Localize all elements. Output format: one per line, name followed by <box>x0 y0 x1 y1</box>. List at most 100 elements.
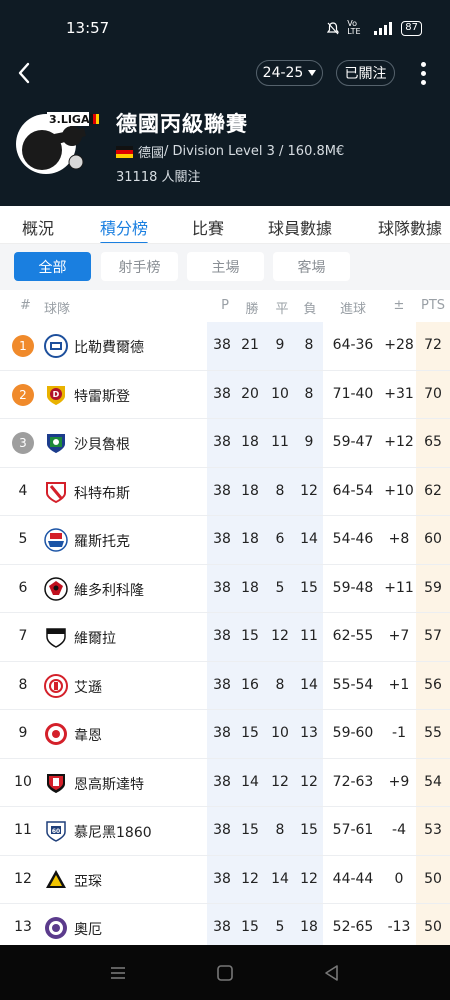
cell-draws: 12 <box>271 773 289 790</box>
cell-draws: 10 <box>271 725 289 741</box>
rank-number: 6 <box>18 579 28 596</box>
team-name: 科特布斯 <box>74 485 130 502</box>
cell-played: 38 <box>213 385 231 402</box>
league-country: 德國 <box>138 146 165 161</box>
cell-goals: 71-40 <box>332 385 374 402</box>
cell-goals: 44-44 <box>332 870 374 887</box>
tab-matches[interactable]: 比賽 <box>192 215 224 239</box>
team-name: 羅斯托克 <box>74 534 130 550</box>
cell-losses: 15 <box>300 579 318 596</box>
cell-goals: 72-63 <box>332 773 374 790</box>
table-row[interactable]: 2 D 特雷斯登 38 20 10 8 71-40 +31 70 <box>0 371 450 419</box>
cell-goals: 59-48 <box>332 579 374 596</box>
cell-played: 38 <box>213 773 231 790</box>
filter-home[interactable]: 主場 <box>187 252 264 281</box>
filter-away[interactable]: 客場 <box>273 252 350 281</box>
cell-points: 62 <box>424 482 442 499</box>
cell-draws: 8 <box>275 822 285 838</box>
cell-goal-diff: +12 <box>384 434 414 450</box>
more-button[interactable] <box>414 58 432 88</box>
svg-text:D: D <box>53 390 60 399</box>
cell-played: 38 <box>213 628 231 644</box>
nav-home-button[interactable] <box>213 961 237 985</box>
cell-goals: 59-60 <box>332 725 374 741</box>
table-row[interactable]: 8 艾遜 38 16 8 14 55-54 +1 56 <box>0 662 450 710</box>
nav-back-button[interactable] <box>320 961 344 985</box>
tab-standings[interactable]: 積分榜 <box>100 215 148 239</box>
cell-losses: 14 <box>300 531 318 547</box>
team-crest-icon <box>47 434 65 453</box>
team-name: 艾遜 <box>74 679 102 696</box>
table-header: # 球隊 P 勝 平 負 進球 ± PTS <box>0 290 450 322</box>
team-name: 韋恩 <box>74 728 102 744</box>
mute-icon <box>327 21 340 34</box>
team-crest-icon <box>46 869 66 888</box>
nav-menu-button[interactable] <box>106 961 130 985</box>
team-crest-icon <box>46 481 66 503</box>
rank-number: 9 <box>18 725 28 741</box>
cell-wins: 15 <box>241 628 259 644</box>
cell-played: 38 <box>213 531 231 547</box>
table-row[interactable]: 6 維多利科隆 38 18 5 15 59-48 +11 59 <box>0 565 450 613</box>
league-meta: 德國 / Division Level 3 / 160.8M€ <box>116 142 344 161</box>
cell-draws: 6 <box>275 531 285 547</box>
tab-player-stats[interactable]: 球員數據 <box>268 215 332 239</box>
signal-icon <box>374 21 393 35</box>
header-wins: 勝 <box>245 302 259 317</box>
back-button[interactable] <box>10 58 38 88</box>
cell-draws: 10 <box>271 385 289 402</box>
cell-wins: 21 <box>241 337 259 353</box>
cell-points: 50 <box>424 870 442 887</box>
more-dot <box>420 70 426 76</box>
header-losses: 負 <box>303 302 317 317</box>
team-crest-icon: 60 <box>46 821 66 842</box>
cell-played: 38 <box>213 434 231 450</box>
table-row[interactable]: 11 60 慕尼黑1860 38 15 8 15 57-61 -4 53 <box>0 807 450 856</box>
team-crest-icon <box>44 528 68 552</box>
cell-points: 54 <box>424 773 442 790</box>
season-selector[interactable]: 24-25 <box>256 60 323 86</box>
league-logo-text: 3.LIGA <box>49 113 90 126</box>
team-name: 奧厄 <box>74 922 102 938</box>
league-logo: 3.LIGA <box>16 112 99 174</box>
cell-played: 38 <box>213 725 231 741</box>
tab-overview[interactable]: 概況 <box>22 215 54 239</box>
cell-goal-diff: +1 <box>388 676 410 693</box>
cell-goal-diff: +31 <box>384 385 414 402</box>
cell-points: 53 <box>424 822 442 838</box>
follow-button[interactable]: 已關注 <box>336 60 395 86</box>
cell-draws: 11 <box>271 434 289 450</box>
top-bar: 24-25 已關注 <box>0 56 450 90</box>
table-row[interactable]: 1 比勒費爾德 38 21 9 8 64-36 +28 72 <box>0 322 450 371</box>
rank-number: 11 <box>14 822 32 838</box>
cell-goals: 52-65 <box>332 919 374 935</box>
cell-losses: 12 <box>300 482 318 499</box>
tab-team-stats[interactable]: 球隊數據 <box>378 215 442 239</box>
league-followers: 31118 人關注 <box>116 170 201 185</box>
rank-number: 13 <box>14 919 32 935</box>
table-row[interactable]: 7 維爾拉 38 15 12 11 62-55 +7 57 <box>0 613 450 662</box>
header-goal-diff: ± <box>393 298 405 313</box>
status-icons: Vo LTE 87 <box>327 20 422 36</box>
rank-number: 10 <box>14 773 32 790</box>
filter-all[interactable]: 全部 <box>14 252 91 281</box>
filter-top-scorers[interactable]: 射手榜 <box>101 252 178 281</box>
cell-points: 70 <box>424 385 442 402</box>
cell-goal-diff: +11 <box>384 579 414 596</box>
league-name: 德國丙級聯賽 <box>116 112 248 136</box>
table-row[interactable]: 3 沙貝魯根 38 18 11 9 59-47 +12 65 <box>0 419 450 468</box>
team-crest-icon <box>46 628 66 648</box>
table-row[interactable]: 9 韋恩 38 15 10 13 59-60 -1 55 <box>0 710 450 759</box>
cell-wins: 18 <box>241 579 259 596</box>
cell-goals: 62-55 <box>332 628 374 644</box>
table-row[interactable]: 4 科特布斯 38 18 8 12 64-54 +10 62 <box>0 468 450 516</box>
cell-goal-diff: -1 <box>392 725 406 741</box>
header-draws: 平 <box>275 302 289 317</box>
table-row[interactable]: 10 恩高斯達特 38 14 12 12 72-63 +9 54 <box>0 759 450 807</box>
rank-number: 12 <box>14 870 32 887</box>
rank-number: 5 <box>18 531 28 547</box>
menu-icon <box>111 967 125 979</box>
table-row[interactable]: 12 亞琛 38 12 14 12 44-44 0 50 <box>0 856 450 904</box>
table-row[interactable]: 5 羅斯托克 38 18 6 14 54-46 +8 60 <box>0 516 450 565</box>
battery-indicator: 87 <box>401 20 422 36</box>
